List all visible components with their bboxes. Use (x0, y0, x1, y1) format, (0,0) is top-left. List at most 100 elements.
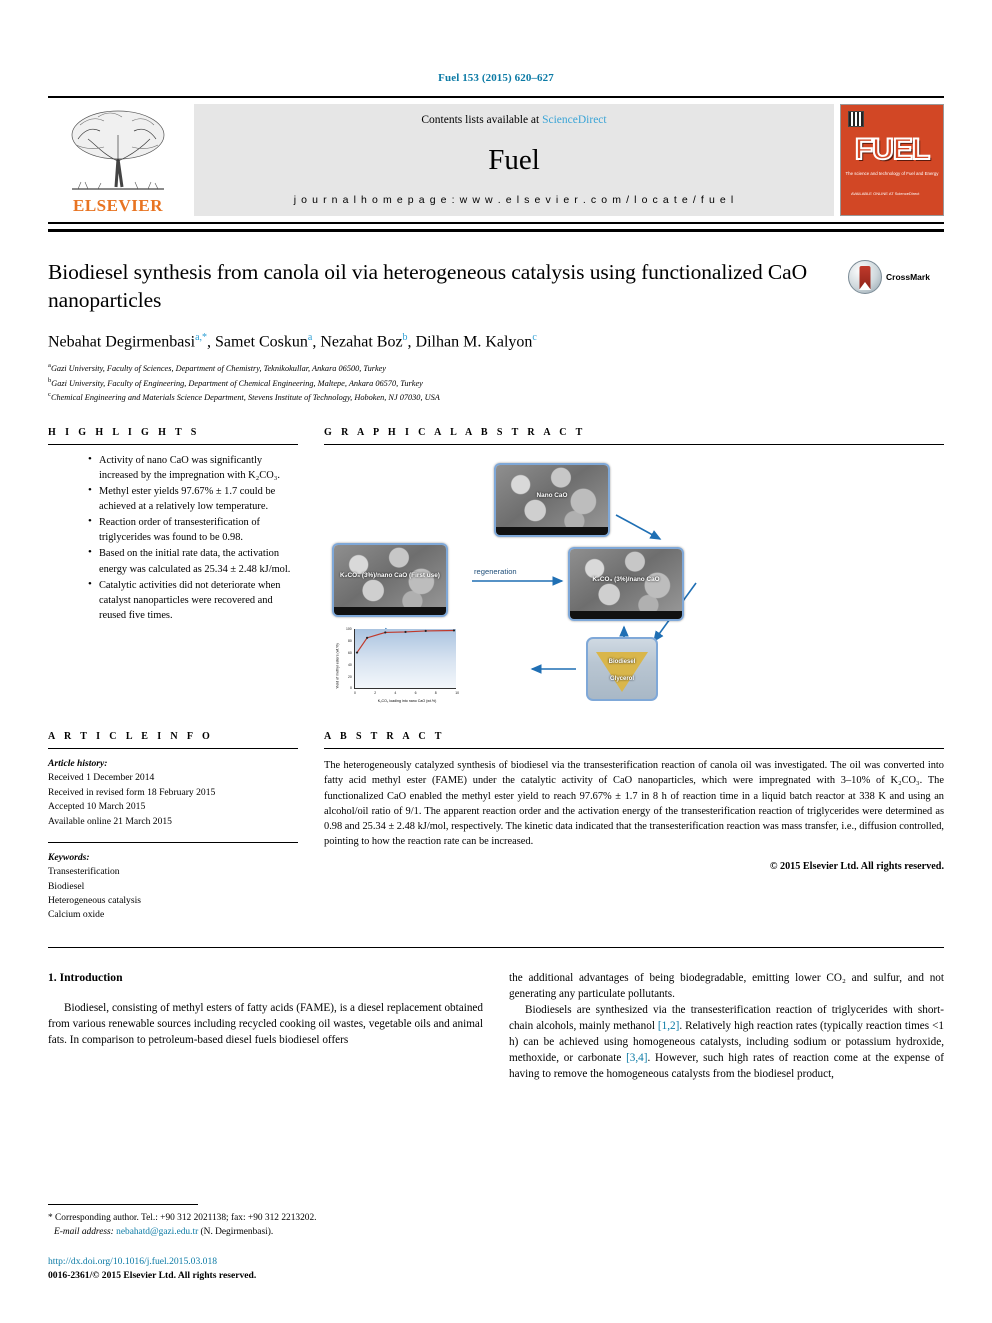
author-marks[interactable]: a,* (195, 332, 207, 343)
chart-x-axis-label: K₂CO₃ loading into nano CaO (wt.%) (377, 698, 437, 703)
chart-y-tick: 100 (346, 626, 352, 631)
chart-x-tick: 6 (414, 690, 417, 695)
introduction-left-column: 1. Introduction Biodiesel, consisting of… (48, 970, 483, 1082)
contents-prefix: Contents lists available at (421, 114, 543, 126)
keywords-block: Keywords: Transesterification Biodiesel … (48, 851, 298, 923)
chart-y-tick: 60 (348, 650, 352, 655)
author-name: Samet Coskun (215, 333, 308, 351)
contents-available-line: Contents lists available at ScienceDirec… (421, 114, 606, 126)
history-item: Received in revised form 18 February 201… (48, 786, 216, 798)
email-label: E-mail address: (54, 1227, 114, 1238)
masthead-bottom-rule (48, 229, 944, 232)
sem-image-regenerated: K₂CO₃ (3%)/nano CaO (568, 546, 684, 621)
author-name: Dilhan M. Kalyon (415, 333, 533, 351)
crossmark-badge-group[interactable]: CrossMark (848, 260, 944, 294)
issn-copyright: 0016-2361/© 2015 Elsevier Ltd. All right… (48, 1270, 257, 1282)
corresponding-author-note: * Corresponding author. Tel.: +90 312 20… (48, 1212, 317, 1223)
affiliation-text: Gazi University, Faculty of Sciences, De… (50, 363, 386, 373)
paragraph: Biodiesels are synthesized via the trans… (509, 1002, 944, 1082)
elsevier-logo: ELSEVIER (48, 104, 188, 216)
chart-x-tick: 8 (434, 690, 437, 695)
doi-link[interactable]: http://dx.doi.org/10.1016/j.fuel.2015.03… (48, 1255, 488, 1269)
paragraph: Biodiesel, consisting of methyl esters o… (48, 1002, 483, 1047)
journal-masthead: ELSEVIER Contents lists available at Sci… (48, 96, 944, 224)
affiliation-item: aGazi University, Faculty of Sciences, D… (48, 361, 944, 376)
email-link[interactable]: nebahatd@gazi.edu.tr (116, 1227, 198, 1237)
chart-x-tick: 0 (354, 690, 356, 695)
sem-caption: Nano CaO (536, 491, 568, 499)
cover-footer: AVAILABLE ONLINE AT ScienceDirect (851, 191, 920, 196)
title-block: Biodiesel synthesis from canola oil via … (48, 258, 944, 405)
separation-funnel-photo: Biodiesel Glycerol (586, 636, 658, 701)
footnote-area: * Corresponding author. Tel.: +90 312 20… (48, 1203, 488, 1283)
citation-link[interactable]: [1,2] (658, 1020, 679, 1032)
sem-caption: K₂CO₃ (3%)/nano CaO (592, 575, 660, 583)
list-item: Activity of nano CaO was significantly i… (88, 452, 298, 483)
list-item: Reaction order of transesterification of… (88, 514, 298, 545)
chart-y-tick: 40 (348, 662, 352, 667)
affiliation-item: cChemical Engineering and Materials Scie… (48, 390, 944, 405)
author-name: Nebahat Degirmenbasi (48, 333, 196, 351)
info-abstract-band: A R T I C L E I N F O Article history: R… (48, 731, 944, 923)
chart-x-tick: 2 (374, 690, 377, 695)
graphical-abstract-heading: G R A P H I C A L A B S T R A C T (324, 426, 586, 438)
affiliations: aGazi University, Faculty of Sciences, D… (48, 361, 944, 405)
masthead-center: Contents lists available at ScienceDirec… (194, 104, 834, 216)
highlights-list: Activity of nano CaO was significantly i… (48, 452, 298, 623)
citation-link[interactable]: [3,4] (626, 1052, 647, 1064)
history-item: Received 1 December 2014 (48, 772, 155, 784)
body-top-rule (48, 946, 944, 948)
article-history-label: Article history: (48, 757, 108, 769)
sem-image-first-use: K₂CO₃ (3%)/nano CaO (First use) (332, 542, 448, 617)
author-list: Nebahat Degirmenbasia,*, Samet Coskuna, … (48, 331, 537, 351)
keyword-item: Biodiesel (48, 880, 85, 892)
journal-homepage-url[interactable]: j o u r n a l h o m e p a g e : w w w . … (294, 194, 735, 206)
author-marks[interactable]: a (308, 332, 312, 343)
chart-x-tick: 10 (455, 690, 459, 695)
introduction-right-column: the additional advantages of being biode… (509, 970, 944, 1082)
highlight-text: Methyl ester yields 97.67% ± 1.7 could b… (99, 486, 276, 513)
article-page: Fuel 153 (2015) 620–627 ELSEVIER Content… (0, 0, 992, 1323)
abstract-heading: A B S T R A C T (324, 730, 445, 742)
highlights-column: H I G H L I G H T S Activity of nano CaO… (48, 427, 298, 705)
history-item: Accepted 10 March 2015 (48, 801, 146, 813)
graphical-abstract-column: G R A P H I C A L A B S T R A C T Nano C… (324, 427, 944, 705)
keyword-item: Calcium oxide (48, 909, 105, 921)
highlight-text: Catalytic activities did not deteriorate… (99, 579, 281, 621)
section-heading: 1. Introduction (48, 970, 123, 984)
cover-title: FUEL (854, 133, 931, 166)
author-name: Nezahat Boz (320, 333, 403, 351)
yield-vs-loading-chart: Yield of methyl esters (wt.%) 100 80 60 … (332, 627, 460, 705)
highlights-graphical-band: H I G H L I G H T S Activity of nano CaO… (48, 427, 944, 705)
abstract-copyright: © 2015 Elsevier Ltd. All rights reserved… (769, 860, 944, 872)
chart-y-tick: 0 (350, 685, 352, 690)
highlight-text: Activity of nano CaO was significantly i… (99, 454, 280, 482)
page-title: Biodiesel synthesis from canola oil via … (48, 260, 808, 313)
crossmark-label: CrossMark (886, 272, 930, 282)
article-history: Article history: Received 1 December 201… (48, 757, 298, 829)
introduction-section: 1. Introduction Biodiesel, consisting of… (48, 970, 944, 1082)
chart-x-tick: 4 (394, 690, 397, 695)
graphical-abstract-figure: Nano CaO K₂CO₃ (3%)/nano CaO (First use)… (324, 455, 944, 705)
list-item: Based on the initial rate data, the acti… (88, 545, 298, 576)
highlights-rule (48, 443, 298, 445)
highlight-text: Reaction order of transesterification of… (99, 517, 260, 544)
doi-block: http://dx.doi.org/10.1016/j.fuel.2015.03… (48, 1255, 488, 1283)
graphical-abstract-rule (324, 443, 944, 445)
affiliation-item: bGazi University, Faculty of Engineering… (48, 376, 944, 391)
author-marks[interactable]: b (403, 332, 408, 343)
chart-y-tick: 20 (348, 674, 352, 679)
author-marks[interactable]: c (532, 332, 536, 343)
barcode-icon (848, 111, 864, 127)
abstract-column: A B S T R A C T The heterogeneously cata… (324, 731, 944, 923)
article-info-rule (48, 747, 298, 749)
chart-series-line (355, 629, 456, 654)
footnote-rule (48, 1203, 198, 1205)
article-info-column: A R T I C L E I N F O Article history: R… (48, 731, 298, 923)
keywords-label: Keywords: (48, 851, 90, 863)
sciencedirect-link[interactable]: ScienceDirect (542, 114, 607, 126)
elsevier-tree-icon (71, 110, 165, 190)
list-item: Catalytic activities did not deteriorate… (88, 577, 298, 623)
elsevier-wordmark: ELSEVIER (73, 196, 163, 215)
journal-title: Fuel (488, 143, 540, 176)
